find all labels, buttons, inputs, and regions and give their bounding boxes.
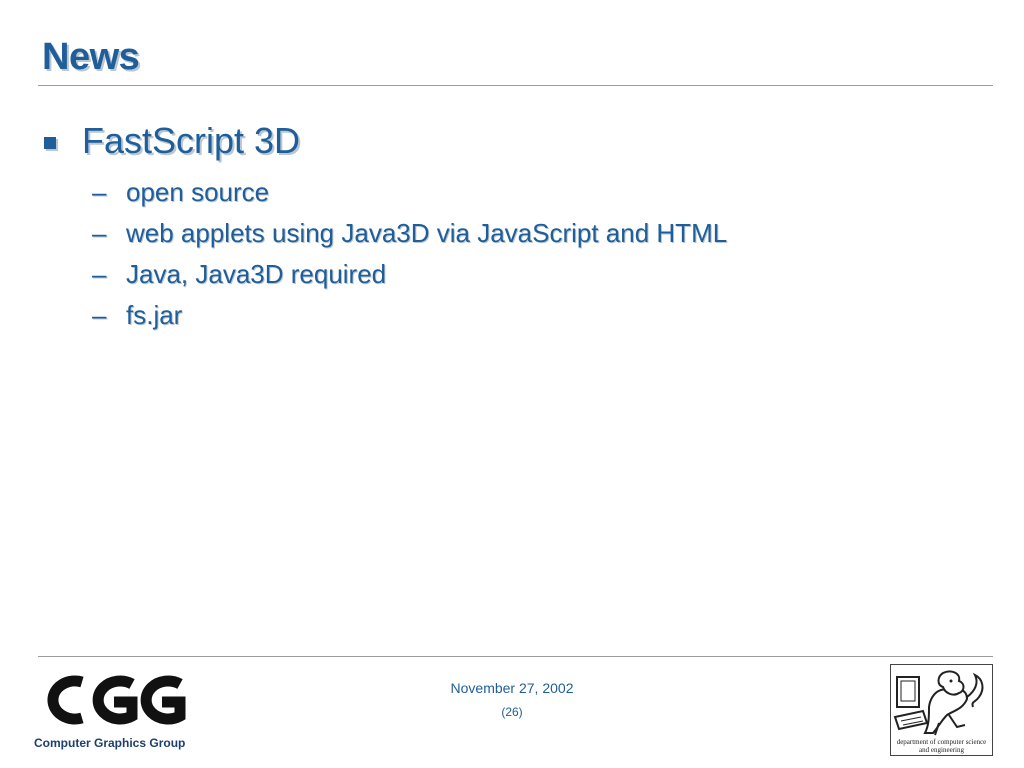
department-caption: department of computer science and engin…	[891, 738, 992, 754]
department-line-2: and engineering	[919, 746, 964, 754]
title-divider	[38, 85, 993, 86]
dash-bullet-icon: –	[92, 217, 107, 248]
sub-bullet-text: fs.jar	[126, 299, 183, 330]
slide-title: News	[42, 36, 140, 78]
slide: News FastScript 3D – open source – web a…	[0, 0, 1024, 768]
sub-bullet-item: – web applets using Java3D via JavaScrip…	[92, 212, 727, 253]
square-bullet-icon	[44, 137, 56, 149]
dash-bullet-icon: –	[92, 299, 107, 330]
sub-bullet-text: open source	[126, 176, 270, 207]
department-logo: department of computer science and engin…	[890, 664, 993, 756]
sub-bullet-item: – Java, Java3D required	[92, 253, 727, 294]
sub-bullet-list: – open source – web applets using Java3D…	[92, 171, 727, 335]
dash-bullet-icon: –	[92, 258, 107, 289]
sub-bullet-item: – fs.jar	[92, 294, 727, 335]
dash-bullet-icon: –	[92, 176, 107, 207]
lion-emblem-icon	[893, 670, 984, 736]
group-name: Computer Graphics Group	[34, 736, 186, 750]
sub-bullet-text: Java, Java3D required	[126, 258, 387, 289]
sub-bullet-text: web applets using Java3D via JavaScript …	[126, 217, 728, 248]
footer-divider	[38, 656, 993, 657]
bullet-text: FastScript 3D	[82, 120, 301, 161]
department-line-1: department of computer science	[896, 738, 987, 746]
sub-bullet-item: – open source	[92, 171, 727, 212]
bullet-item-main: FastScript 3D	[44, 118, 300, 164]
cgg-logo-icon	[47, 675, 186, 725]
